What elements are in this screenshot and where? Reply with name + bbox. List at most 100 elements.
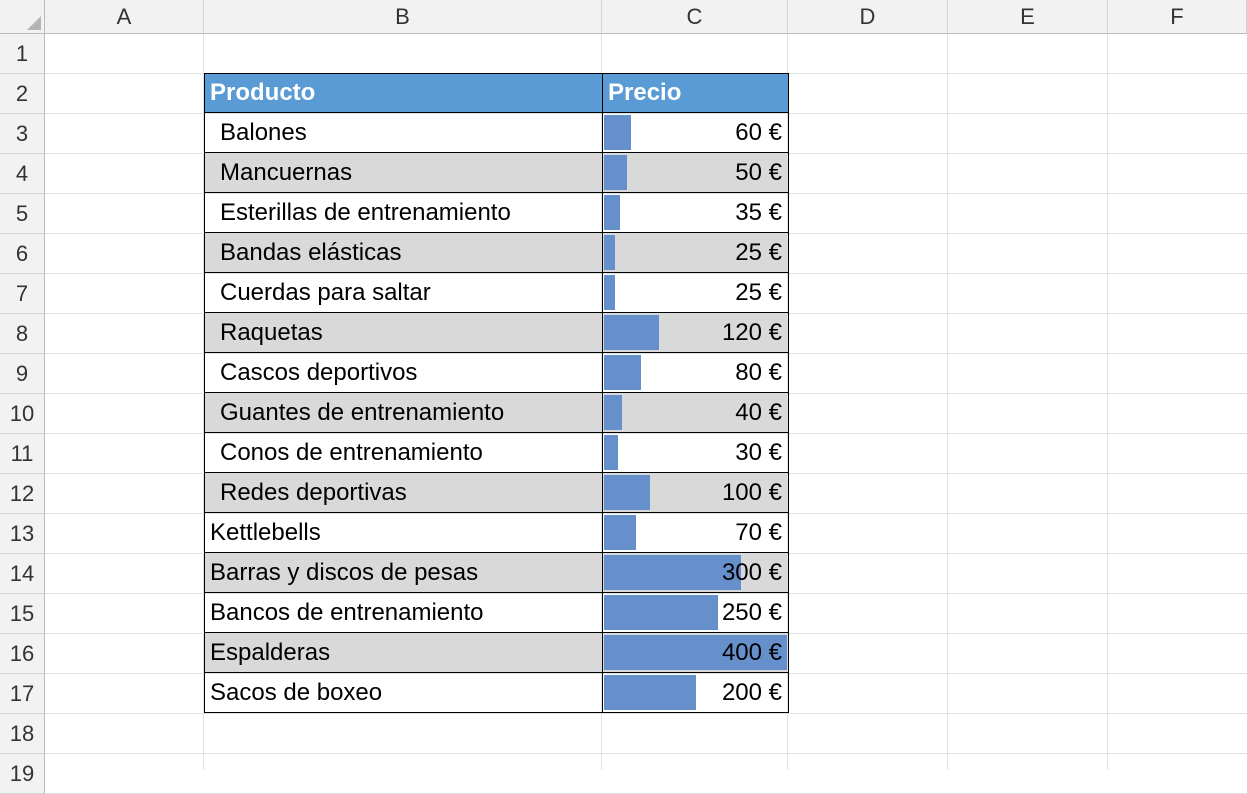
price-cell[interactable]: 200 € xyxy=(602,673,789,713)
row-header-10[interactable]: 10 xyxy=(0,394,45,434)
price-value: 100 € xyxy=(721,478,782,506)
column-header-f[interactable]: F xyxy=(1108,0,1247,34)
product-cell[interactable]: Espalderas xyxy=(204,633,603,673)
table-row: Sacos de boxeo 200 € xyxy=(204,673,789,713)
table-row: Kettlebells 70 € xyxy=(204,513,789,553)
data-bar xyxy=(604,195,620,230)
product-cell[interactable]: Balones xyxy=(204,113,603,153)
price-value: 250 € xyxy=(721,598,782,626)
row-header-15[interactable]: 15 xyxy=(0,594,45,634)
select-all-corner[interactable] xyxy=(0,0,45,34)
data-bar xyxy=(604,435,618,470)
row-header-3[interactable]: 3 xyxy=(0,114,45,154)
row-header-12[interactable]: 12 xyxy=(0,474,45,514)
header-producto[interactable]: Producto xyxy=(204,73,603,113)
column-header-b[interactable]: B xyxy=(204,0,602,34)
product-cell[interactable]: Kettlebells xyxy=(204,513,603,553)
row-header-9[interactable]: 9 xyxy=(0,354,45,394)
data-bar xyxy=(604,275,615,310)
column-header-a[interactable]: A xyxy=(45,0,204,34)
row-header-13[interactable]: 13 xyxy=(0,514,45,554)
row-header-6[interactable]: 6 xyxy=(0,234,45,274)
gridline-vertical xyxy=(1107,34,1108,770)
product-cell[interactable]: Guantes de entrenamiento xyxy=(204,393,603,433)
table-row: Cascos deportivos 80 € xyxy=(204,353,789,393)
table-row: Raquetas 120 € xyxy=(204,313,789,353)
product-cell[interactable]: Cascos deportivos xyxy=(204,353,603,393)
table-row: Conos de entrenamiento 30 € xyxy=(204,433,789,473)
price-cell[interactable]: 60 € xyxy=(602,113,789,153)
product-cell[interactable]: Bandas elásticas xyxy=(204,233,603,273)
price-cell[interactable]: 40 € xyxy=(602,393,789,433)
row-header-7[interactable]: 7 xyxy=(0,274,45,314)
row-header-8[interactable]: 8 xyxy=(0,314,45,354)
price-cell[interactable]: 80 € xyxy=(602,353,789,393)
price-value: 120 € xyxy=(721,318,782,346)
column-header-c[interactable]: C xyxy=(602,0,788,34)
data-bar xyxy=(604,555,741,590)
row-header-18[interactable]: 18 xyxy=(0,714,45,754)
row-header-2[interactable]: 2 xyxy=(0,74,45,114)
product-cell[interactable]: Raquetas xyxy=(204,313,603,353)
row-header-1[interactable]: 1 xyxy=(0,34,45,74)
price-value: 60 € xyxy=(735,118,782,146)
product-cell[interactable]: Cuerdas para saltar xyxy=(204,273,603,313)
data-bar xyxy=(604,675,696,710)
price-cell[interactable]: 70 € xyxy=(602,513,789,553)
gridline-horizontal xyxy=(45,753,1247,754)
product-cell[interactable]: Bancos de entrenamiento xyxy=(204,593,603,633)
row-header-11[interactable]: 11 xyxy=(0,434,45,474)
row-header-19[interactable]: 19 xyxy=(0,754,45,794)
row-header-4[interactable]: 4 xyxy=(0,154,45,194)
price-cell[interactable]: 25 € xyxy=(602,233,789,273)
row-header-16[interactable]: 16 xyxy=(0,634,45,674)
product-cell[interactable]: Mancuernas xyxy=(204,153,603,193)
table-row: Redes deportivas 100 € xyxy=(204,473,789,513)
product-cell[interactable]: Conos de entrenamiento xyxy=(204,433,603,473)
data-bar xyxy=(604,395,622,430)
price-value: 40 € xyxy=(735,398,782,426)
table-row: Cuerdas para saltar 25 € xyxy=(204,273,789,313)
price-value: 200 € xyxy=(721,678,782,706)
price-cell[interactable]: 250 € xyxy=(602,593,789,633)
gridline-vertical xyxy=(947,34,948,770)
row-header-5[interactable]: 5 xyxy=(0,194,45,234)
data-bar xyxy=(604,355,641,390)
table-row: Bandas elásticas 25 € xyxy=(204,233,789,273)
price-cell[interactable]: 300 € xyxy=(602,553,789,593)
product-cell[interactable]: Esterillas de entrenamiento xyxy=(204,193,603,233)
row-header-14[interactable]: 14 xyxy=(0,554,45,594)
product-cell[interactable]: Redes deportivas xyxy=(204,473,603,513)
price-value: 30 € xyxy=(735,438,782,466)
price-value: 300 € xyxy=(721,558,782,586)
table-row: Bancos de entrenamiento 250 € xyxy=(204,593,789,633)
column-header-d[interactable]: D xyxy=(788,0,948,34)
select-all-triangle-icon xyxy=(27,16,41,30)
product-cell[interactable]: Barras y discos de pesas xyxy=(204,553,603,593)
price-cell[interactable]: 400 € xyxy=(602,633,789,673)
price-cell[interactable]: 25 € xyxy=(602,273,789,313)
price-cell[interactable]: 100 € xyxy=(602,473,789,513)
price-cell[interactable]: 30 € xyxy=(602,433,789,473)
price-cell[interactable]: 120 € xyxy=(602,313,789,353)
data-bar xyxy=(604,115,631,150)
price-value: 50 € xyxy=(735,158,782,186)
price-cell[interactable]: 50 € xyxy=(602,153,789,193)
spreadsheet-grid[interactable]: ABCDEF 1 2 3 4 5 6 7 8 9 10 11 12 13 14 15 16 17 18 19 Pro… xyxy=(0,0,1247,794)
column-header-e[interactable]: E xyxy=(948,0,1108,34)
price-cell[interactable]: 35 € xyxy=(602,193,789,233)
data-bar xyxy=(604,515,636,550)
data-bar xyxy=(604,595,718,630)
product-cell[interactable]: Sacos de boxeo xyxy=(204,673,603,713)
data-bar xyxy=(604,475,650,510)
row-header-17[interactable]: 17 xyxy=(0,674,45,714)
header-precio[interactable]: Precio xyxy=(602,73,789,113)
table-row: Mancuernas 50 € xyxy=(204,153,789,193)
gridline-horizontal xyxy=(45,713,1247,714)
table-header-row: Producto Precio xyxy=(204,73,789,113)
price-value: 80 € xyxy=(735,358,782,386)
price-value: 25 € xyxy=(735,238,782,266)
data-bar xyxy=(604,155,627,190)
table-row: Espalderas 400 € xyxy=(204,633,789,673)
table-row: Barras y discos de pesas 300 € xyxy=(204,553,789,593)
